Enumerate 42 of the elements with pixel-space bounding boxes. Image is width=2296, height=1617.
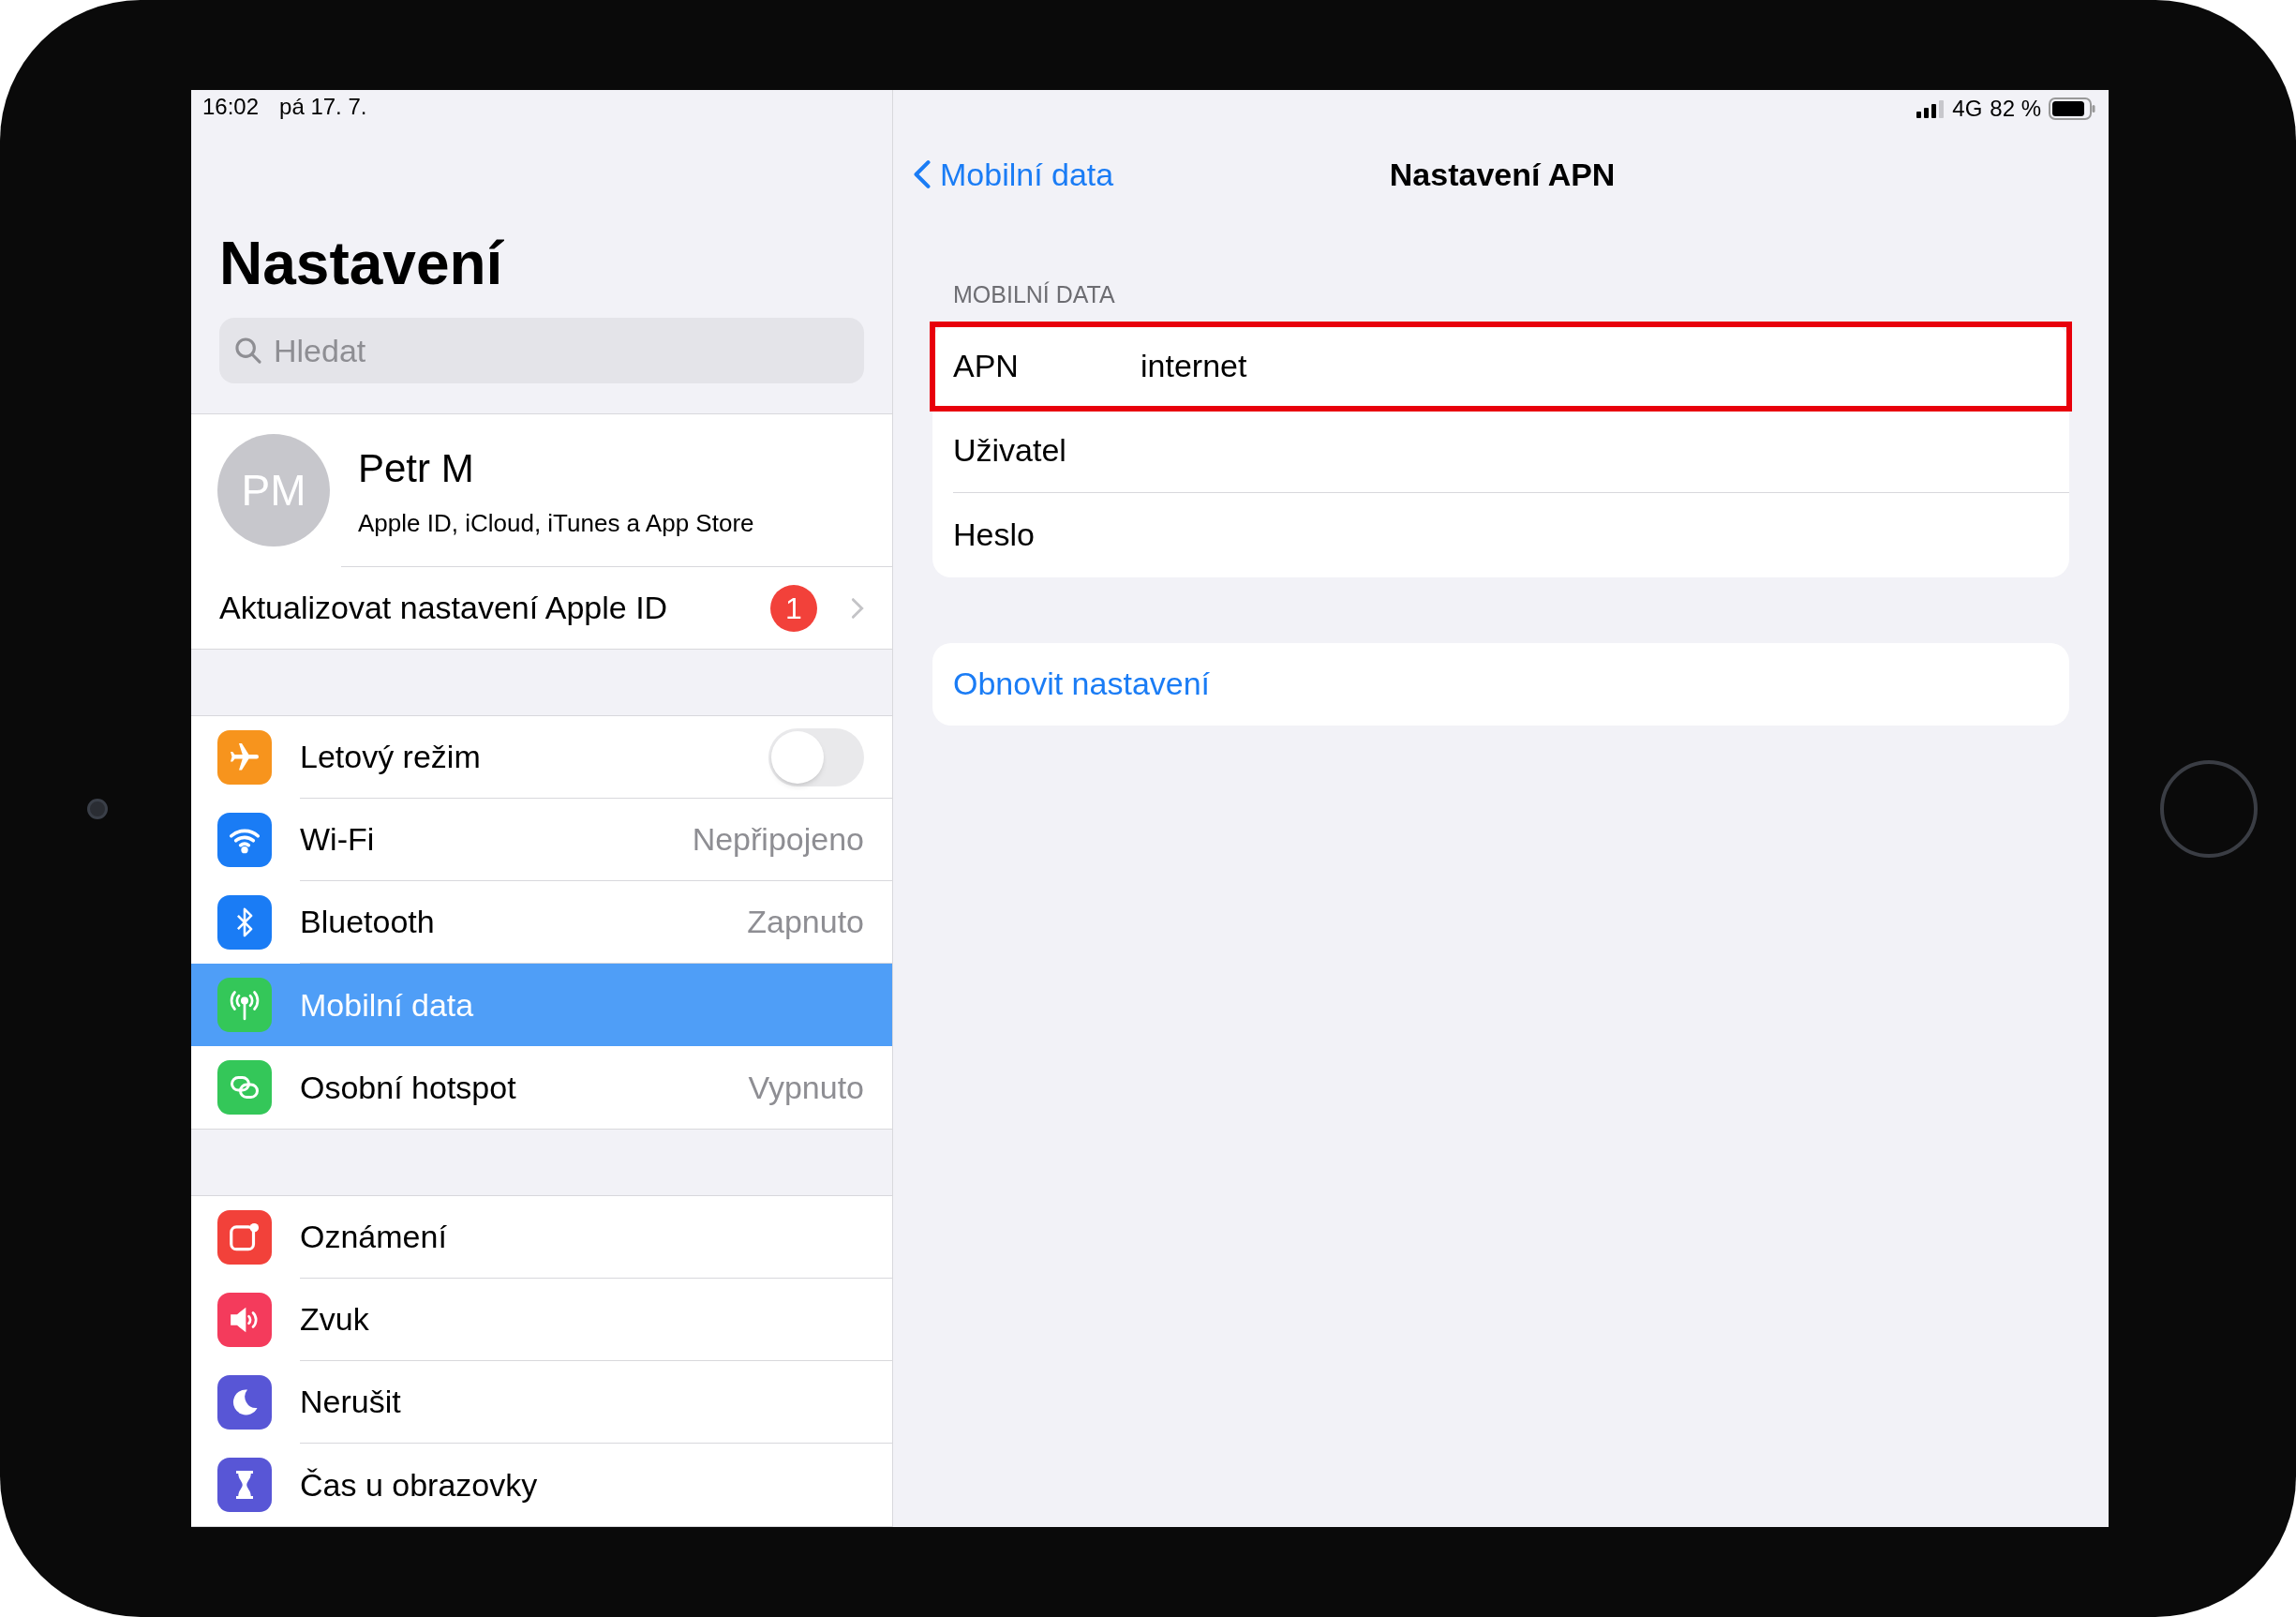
row-value: Zapnuto	[747, 903, 864, 941]
battery-icon	[2049, 97, 2095, 120]
notification-badge: 1	[770, 584, 817, 632]
row-label: Bluetooth	[300, 903, 435, 941]
profile-card[interactable]: PM Petr M Apple ID, iCloud, iTunes a App Store	[191, 414, 892, 566]
page-title: Nastavení	[219, 230, 503, 297]
row-label: Osobní hotspot	[300, 1068, 516, 1107]
status-time: 16:02	[202, 93, 260, 122]
field-label: Uživatel	[953, 430, 1067, 470]
back-button[interactable]: Mobilní data	[914, 150, 1114, 199]
profile-subtitle: Apple ID, iCloud, iTunes a App Store	[358, 508, 754, 539]
profile-name: Petr M	[358, 445, 475, 492]
row-label: Nerušit	[300, 1383, 401, 1421]
apn-field-row[interactable]: APN internet	[932, 323, 2069, 409]
row-label: Wi-Fi	[300, 820, 375, 859]
home-button[interactable]	[2160, 759, 2258, 858]
battery-percent: 82 %	[1990, 95, 2041, 123]
nav-title: Nastavení APN	[1389, 155, 1616, 194]
row-label: Aktualizovat nastavení Apple ID	[219, 589, 668, 627]
field-label: APN	[953, 347, 1020, 385]
status-date: pá 17. 7.	[279, 93, 367, 122]
row-label: Mobilní data	[300, 985, 474, 1025]
reset-settings-button[interactable]: Obnovit nastavení	[932, 642, 2069, 726]
back-chevron-icon	[914, 158, 931, 190]
avatar: PM	[217, 434, 330, 546]
search-field[interactable]: Hledat	[219, 318, 864, 383]
row-label: Čas u obrazovky	[300, 1465, 538, 1505]
row-label: Letový režim	[300, 738, 481, 776]
chevron-icon	[851, 596, 864, 620]
network-type: 4G	[1952, 95, 1983, 123]
signal-icon	[1916, 99, 1946, 118]
row-label: Oznámení	[300, 1218, 447, 1256]
field-label: Heslo	[953, 516, 1036, 554]
apple-id-update-row[interactable]: Aktualizovat nastavení Apple ID 1	[191, 567, 892, 650]
row-value: Vypnuto	[748, 1068, 864, 1107]
apn-field-row[interactable]: Uživatel	[932, 408, 2069, 493]
row-label: Zvuk	[300, 1300, 369, 1339]
section-header: MOBILNÍ DATA	[953, 280, 1116, 309]
camera-icon	[87, 798, 108, 819]
apn-field-row[interactable]: Heslo	[932, 492, 2069, 577]
field-value: internet	[1141, 347, 1247, 385]
row-value: Nepřipojeno	[692, 820, 864, 859]
